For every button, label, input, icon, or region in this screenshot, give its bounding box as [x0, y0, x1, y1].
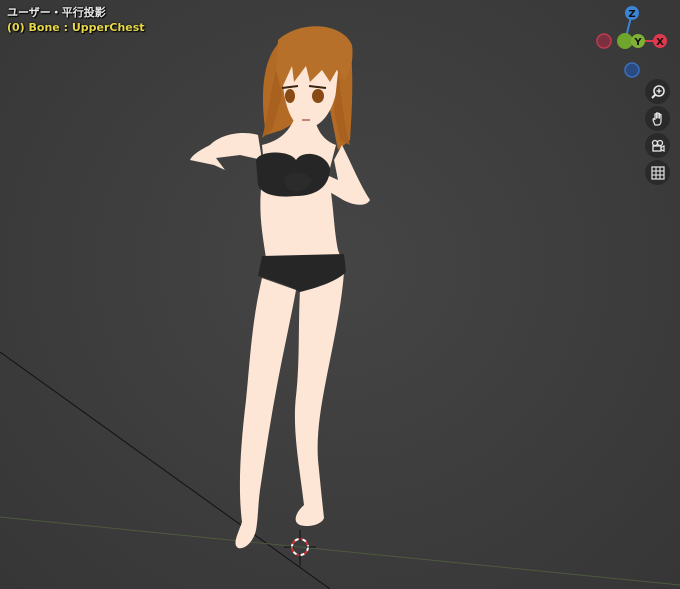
hand-icon: [651, 111, 662, 126]
y-axis-label: Y: [633, 37, 642, 48]
view-center-handle[interactable]: [617, 33, 633, 49]
pan-button[interactable]: [645, 106, 670, 131]
floor-axis-line: [0, 351, 331, 589]
negative-z-handle[interactable]: [624, 62, 640, 78]
viewport-scene: [0, 26, 680, 589]
camera-button[interactable]: [645, 133, 670, 158]
character-model[interactable]: [190, 26, 370, 549]
camera-icon: [651, 139, 665, 152]
3d-viewport[interactable]: ユーザー・平行投影 (0) Bone : UpperChest Y Z X: [0, 0, 680, 589]
zoom-icon: [650, 84, 665, 99]
active-object-label: (0) Bone : UpperChest: [7, 21, 145, 34]
z-axis-label: Z: [628, 9, 635, 20]
x-axis-label: X: [656, 37, 664, 48]
negative-x-handle[interactable]: [596, 33, 612, 49]
zoom-button[interactable]: [645, 79, 670, 104]
view-name-label: ユーザー・平行投影: [7, 6, 106, 19]
x-axis-line: [0, 516, 680, 586]
grid-icon: [650, 165, 665, 180]
grid-button[interactable]: [645, 160, 670, 185]
navigation-gizmo[interactable]: Y Z X: [590, 0, 680, 84]
